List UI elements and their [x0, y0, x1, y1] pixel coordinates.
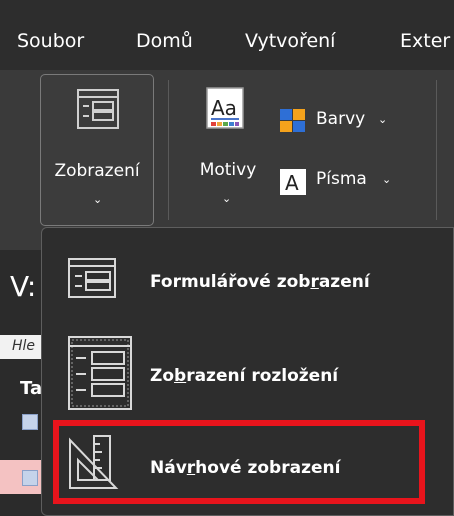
- table-icon[interactable]: [22, 470, 38, 486]
- chevron-down-icon: ⌄: [378, 113, 388, 126]
- chevron-down-icon: ⌄: [382, 173, 392, 186]
- themes-button-label: Motivy: [199, 160, 257, 180]
- design-view-icon: [68, 434, 120, 495]
- menu-bar: Soubor Domů Vytvoření Exter: [0, 0, 454, 70]
- tab-external[interactable]: Exter: [400, 30, 450, 52]
- themes-aa-icon: Aa: [205, 86, 251, 137]
- fonts-button-label: Písma: [316, 169, 367, 189]
- fonts-a-icon: A: [280, 169, 306, 200]
- views-button-label: Zobrazení: [54, 161, 140, 181]
- tables-group-fragment: Ta: [20, 378, 43, 399]
- layout-view-icon: [68, 336, 132, 415]
- menu-item-label: Zobrazení rozložení: [150, 366, 339, 386]
- ribbon-separator: [168, 80, 169, 220]
- search-placeholder-fragment: Hle: [12, 338, 36, 354]
- form-view-icon: [77, 89, 119, 134]
- ribbon: Zobrazení ⌄ Aa Motivy ⌄ Barvy ⌄ A Písma …: [0, 70, 454, 250]
- colors-button-label: Barvy: [316, 109, 366, 129]
- menu-item-label: Návrhové zobrazení: [150, 458, 341, 478]
- chevron-down-icon: ⌄: [222, 193, 232, 205]
- views-dropdown-menu: Formulářové zobrazení Zobrazení rozložen…: [41, 227, 454, 516]
- form-view-icon: [68, 258, 116, 303]
- menu-item-label: Formulářové zobrazení: [150, 272, 370, 292]
- tab-file[interactable]: Soubor: [17, 30, 84, 52]
- ribbon-separator: [436, 80, 437, 220]
- chevron-down-icon: ⌄: [93, 194, 103, 206]
- views-button[interactable]: Zobrazení ⌄: [40, 74, 154, 226]
- tab-create[interactable]: Vytvoření: [245, 30, 335, 52]
- tab-home[interactable]: Domů: [136, 30, 193, 52]
- background-heading-fragment: V:: [10, 270, 37, 303]
- svg-text:A: A: [285, 171, 299, 195]
- menu-item-design-view[interactable]: Návrhové zobrazení: [42, 420, 453, 510]
- colors-palette-icon: [280, 109, 306, 138]
- access-window: Soubor Domů Vytvoření Exter Zobrazení ⌄: [0, 0, 454, 516]
- menu-item-layout-view[interactable]: Zobrazení rozložení: [42, 328, 453, 418]
- table-icon[interactable]: [22, 414, 38, 430]
- themes-button[interactable]: Aa Motivy ⌄: [186, 74, 270, 226]
- svg-text:Aa: Aa: [211, 96, 237, 120]
- menu-item-form-view[interactable]: Formulářové zobrazení: [42, 236, 453, 326]
